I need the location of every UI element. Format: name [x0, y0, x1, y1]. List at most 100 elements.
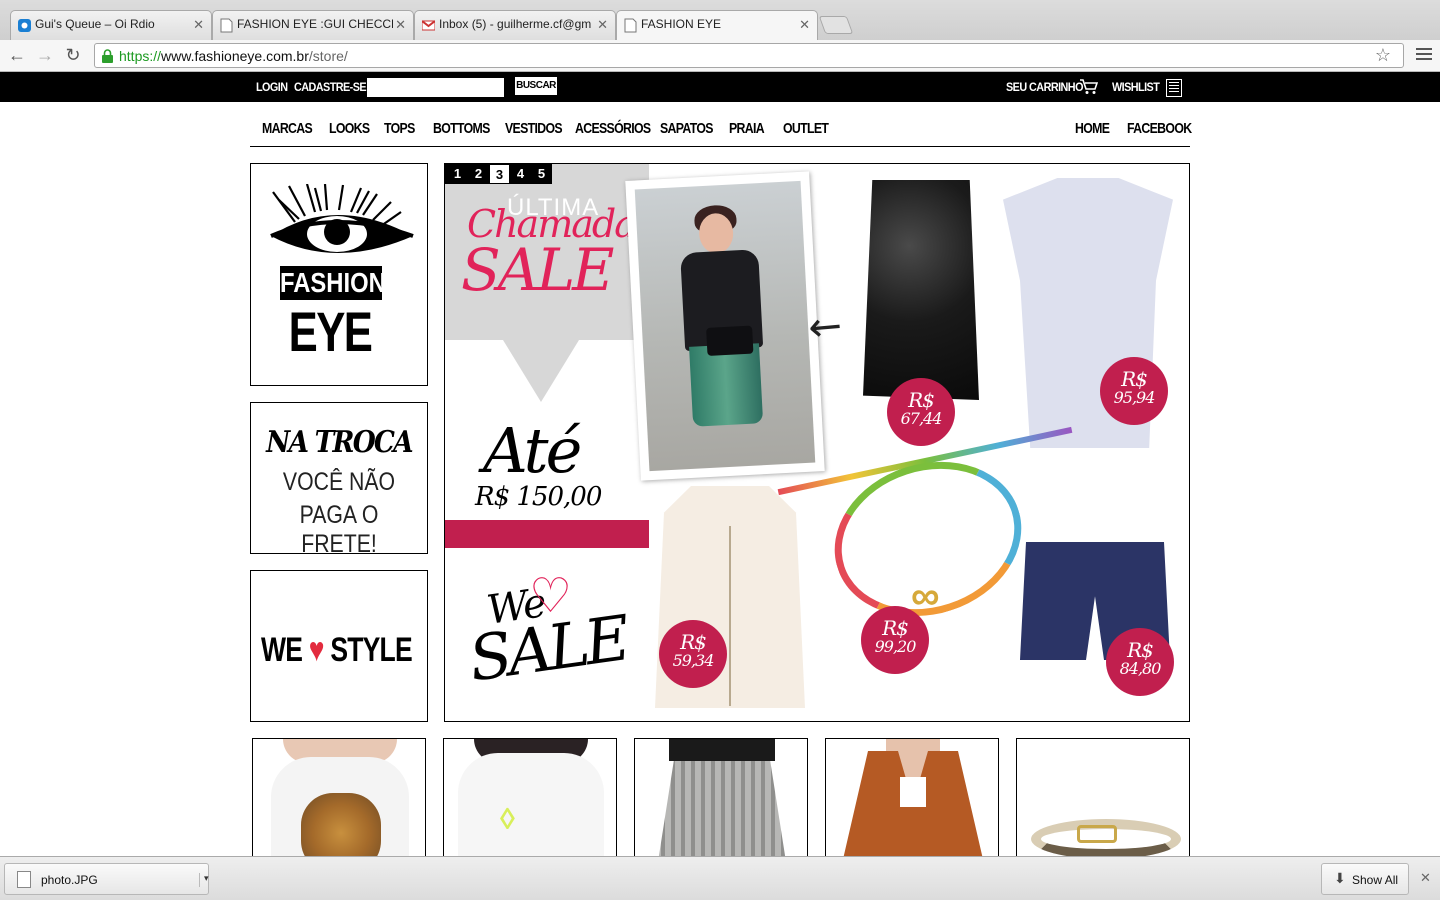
cart-icon[interactable]: [1080, 79, 1098, 95]
price-badge: R$ 95,94: [1100, 357, 1168, 425]
file-icon: [17, 871, 31, 888]
promo-title: NA TROCA: [266, 425, 414, 460]
price-currency: R$: [908, 388, 935, 412]
nav-vestidos[interactable]: VESTIDOS: [505, 120, 563, 137]
product-thumb-gone-tee[interactable]: ◊: [443, 738, 617, 868]
pager-page-3[interactable]: 3: [489, 164, 510, 184]
price-value: 59,34: [672, 651, 715, 670]
close-tab-icon[interactable]: ✕: [799, 17, 810, 33]
search-button[interactable]: BUSCAR: [515, 77, 557, 95]
price-currency: R$: [1127, 638, 1154, 662]
download-item[interactable]: photo.JPG ▾: [4, 863, 209, 895]
heart-icon: ♥: [308, 631, 325, 669]
download-filename: photo.JPG: [41, 873, 98, 887]
close-tab-icon[interactable]: ✕: [597, 17, 608, 33]
rdio-icon: [18, 19, 31, 32]
product-thumb-orange-cardigan[interactable]: [825, 738, 999, 868]
bookmark-star-icon[interactable]: ☆: [1375, 45, 1391, 66]
url-scheme: https://: [119, 48, 162, 64]
tab-label: FASHION EYE: [641, 17, 722, 31]
nav-acessorios[interactable]: ACESSÓRIOS: [575, 120, 651, 137]
wishlist-link[interactable]: WISHLIST: [1112, 80, 1160, 94]
close-shelf-icon[interactable]: ✕: [1420, 870, 1431, 886]
search-input[interactable]: [367, 78, 504, 97]
nav-facebook[interactable]: FACEBOOK: [1127, 120, 1192, 137]
price-value: 84,80: [1119, 659, 1162, 678]
nav-bottoms[interactable]: BOTTOMS: [433, 120, 490, 137]
forward-arrow-icon[interactable]: →: [34, 44, 56, 66]
banner-ate: Até: [483, 414, 582, 487]
tee-print-graphic: ◊: [500, 803, 515, 836]
free-shipping-promo[interactable]: NA TROCA VOCÊ NÃO PAGA O FRETE!: [250, 402, 428, 558]
style-word-we: WE: [261, 631, 303, 669]
wishlist-list-icon[interactable]: [1166, 79, 1182, 97]
promo-line: VOCÊ NÃO: [282, 468, 396, 496]
close-tab-icon[interactable]: ✕: [395, 17, 406, 33]
nav-looks[interactable]: LOOKS: [329, 120, 370, 137]
show-all-downloads-button[interactable]: ⬇ Show All: [1321, 863, 1409, 895]
price-badge: R$ 84,80: [1106, 628, 1174, 696]
style-slogan: WE ♥ STYLE: [261, 631, 413, 670]
street-style-photo: [625, 171, 825, 481]
promo-line: PAGA O FRETE!: [299, 501, 379, 558]
login-link[interactable]: LOGIN: [256, 80, 288, 94]
browser-menu-icon[interactable]: [1416, 48, 1432, 62]
price-badge: R$ 59,34: [659, 620, 727, 688]
pager-page-1[interactable]: 1: [447, 164, 468, 184]
banner-pager: 1 2 3 4 5: [445, 164, 552, 184]
sale-banner[interactable]: 1 2 3 4 5 ÚLTIMA Chamada SALE Até R$ 150…: [444, 163, 1190, 722]
page-icon: [624, 18, 637, 33]
price-value: 67,44: [900, 409, 943, 428]
nav-home[interactable]: HOME: [1075, 120, 1110, 137]
style-word-style: STYLE: [330, 631, 412, 669]
close-tab-icon[interactable]: ✕: [193, 17, 204, 33]
tab-rdio[interactable]: Gui's Queue – Oi Rdio ✕: [10, 10, 212, 40]
chevron-down-icon[interactable]: ▾: [199, 873, 209, 887]
browser-toolbar: ← → ↻ https://www.fashioneye.com.br/stor…: [0, 40, 1440, 72]
product-thumb-snake-belt[interactable]: [1016, 738, 1190, 868]
product-thumb-leopard-tee[interactable]: [252, 738, 426, 868]
we-love-style-promo[interactable]: WE ♥ STYLE: [250, 570, 428, 722]
nav-tops[interactable]: TOPS: [384, 120, 415, 137]
show-all-label: Show All: [1352, 873, 1399, 887]
tab-gmail[interactable]: Inbox (5) - guilherme.cf@gm ✕: [414, 10, 616, 40]
site-logo[interactable]: FASHION EYE: [250, 163, 428, 386]
banner-pink-bar: [445, 520, 649, 548]
banner-ate-price: R$ 150,00: [475, 482, 602, 512]
product-sequin-skirt[interactable]: [863, 180, 979, 400]
price-currency: R$: [680, 630, 707, 654]
product-thumb-metallic-skirt[interactable]: [634, 738, 808, 868]
download-shelf: photo.JPG ▾ ⬇ Show All ✕: [0, 856, 1440, 900]
page-icon: [220, 18, 233, 33]
cart-link[interactable]: SEU CARRINHO: [1006, 80, 1083, 94]
price-currency: R$: [1121, 367, 1148, 391]
logo-word-fashion: FASHION: [280, 266, 386, 300]
nav-praia[interactable]: PRAIA: [729, 120, 765, 137]
tab-fashion-eye-active[interactable]: FASHION EYE ✕: [616, 10, 818, 40]
main-nav: MARCAS LOOKS TOPS BOTTOMS VESTIDOS ACESS…: [250, 112, 1192, 147]
back-arrow-icon[interactable]: ←: [6, 44, 28, 66]
reload-icon[interactable]: ↻: [62, 44, 84, 66]
price-value: 95,94: [1113, 388, 1156, 407]
nav-sapatos[interactable]: SAPATOS: [660, 120, 713, 137]
address-bar[interactable]: https://www.fashioneye.com.br/store/ ☆: [94, 43, 1404, 68]
tab-label: Inbox (5) - guilherme.cf@gm: [439, 17, 592, 31]
nav-outlet[interactable]: OUTLET: [783, 120, 829, 137]
price-badge: R$ 99,20: [861, 606, 929, 674]
new-tab-button[interactable]: [818, 16, 854, 34]
logo-word-eye: EYE: [288, 300, 373, 363]
price-value: 99,20: [874, 637, 917, 656]
lock-icon: [102, 49, 113, 63]
url-path: /store/: [308, 48, 348, 64]
pager-page-4[interactable]: 4: [510, 164, 531, 184]
pager-page-5[interactable]: 5: [531, 164, 552, 184]
site-top-bar: LOGIN CADASTRE-SE BUSCAR SEU CARRINHO WI…: [0, 72, 1440, 102]
download-arrow-icon: ⬇: [1334, 870, 1346, 886]
banner-sale: SALE: [461, 236, 614, 304]
nav-marcas[interactable]: MARCAS: [262, 120, 313, 137]
pager-page-2[interactable]: 2: [468, 164, 489, 184]
signup-link[interactable]: CADASTRE-SE: [294, 80, 367, 94]
speech-arrow: [503, 340, 579, 402]
tab-fashion-eye-gui[interactable]: FASHION EYE :GUI CHECCHIA ✕: [212, 10, 414, 40]
tab-label: FASHION EYE :GUI CHECCHIA: [237, 17, 393, 31]
